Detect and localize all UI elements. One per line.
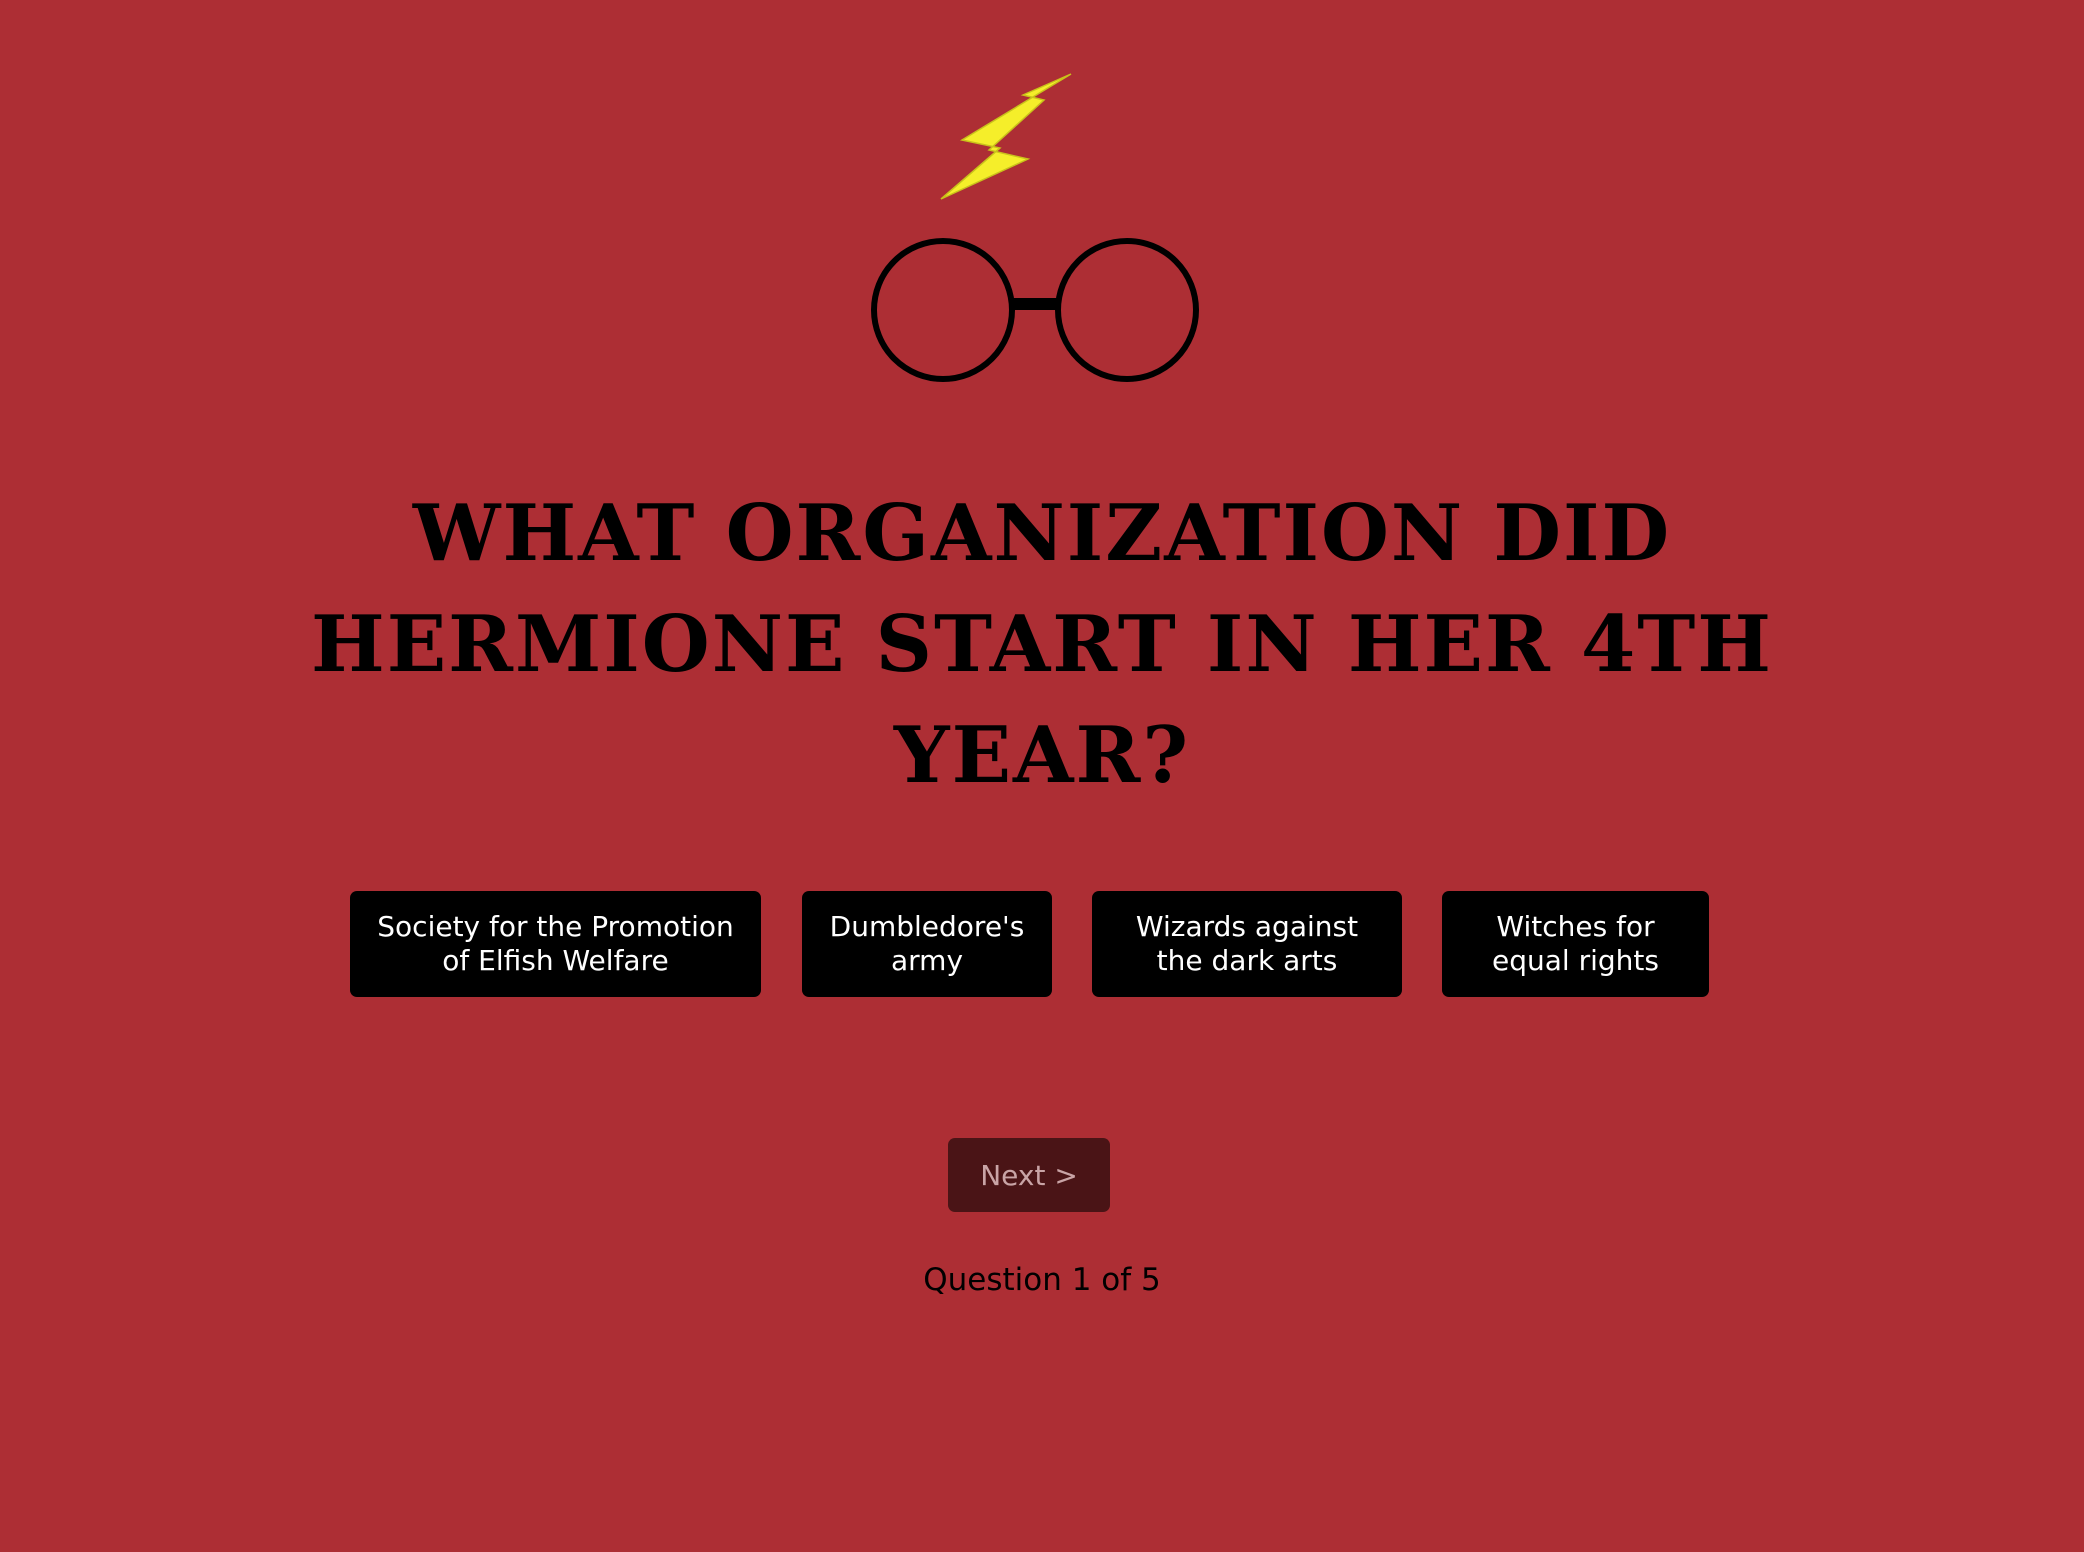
- answer-button-1[interactable]: Society for the Promotion of Elfish Welf…: [350, 891, 761, 997]
- answer-options: Society for the Promotion of Elfish Welf…: [0, 891, 2084, 997]
- quiz-logo: [860, 70, 1210, 390]
- answer-button-2[interactable]: Dumbledore's army: [802, 891, 1052, 997]
- answer-button-4[interactable]: Witches for equal rights: [1442, 891, 1709, 997]
- answer-button-3[interactable]: Wizards against the dark arts: [1092, 891, 1402, 997]
- glasses-bridge-icon: [1010, 298, 1060, 310]
- lightning-bolt-icon: [940, 73, 1072, 200]
- glasses-right-lens-icon: [1055, 238, 1199, 382]
- next-button[interactable]: Next >: [948, 1138, 1110, 1212]
- glasses-left-lens-icon: [871, 238, 1015, 382]
- lightning-glasses-icon: [871, 73, 1199, 382]
- question-title: What organization did Hermione start in …: [311, 488, 1773, 801]
- question-progress: Question 1 of 5: [923, 1262, 1161, 1298]
